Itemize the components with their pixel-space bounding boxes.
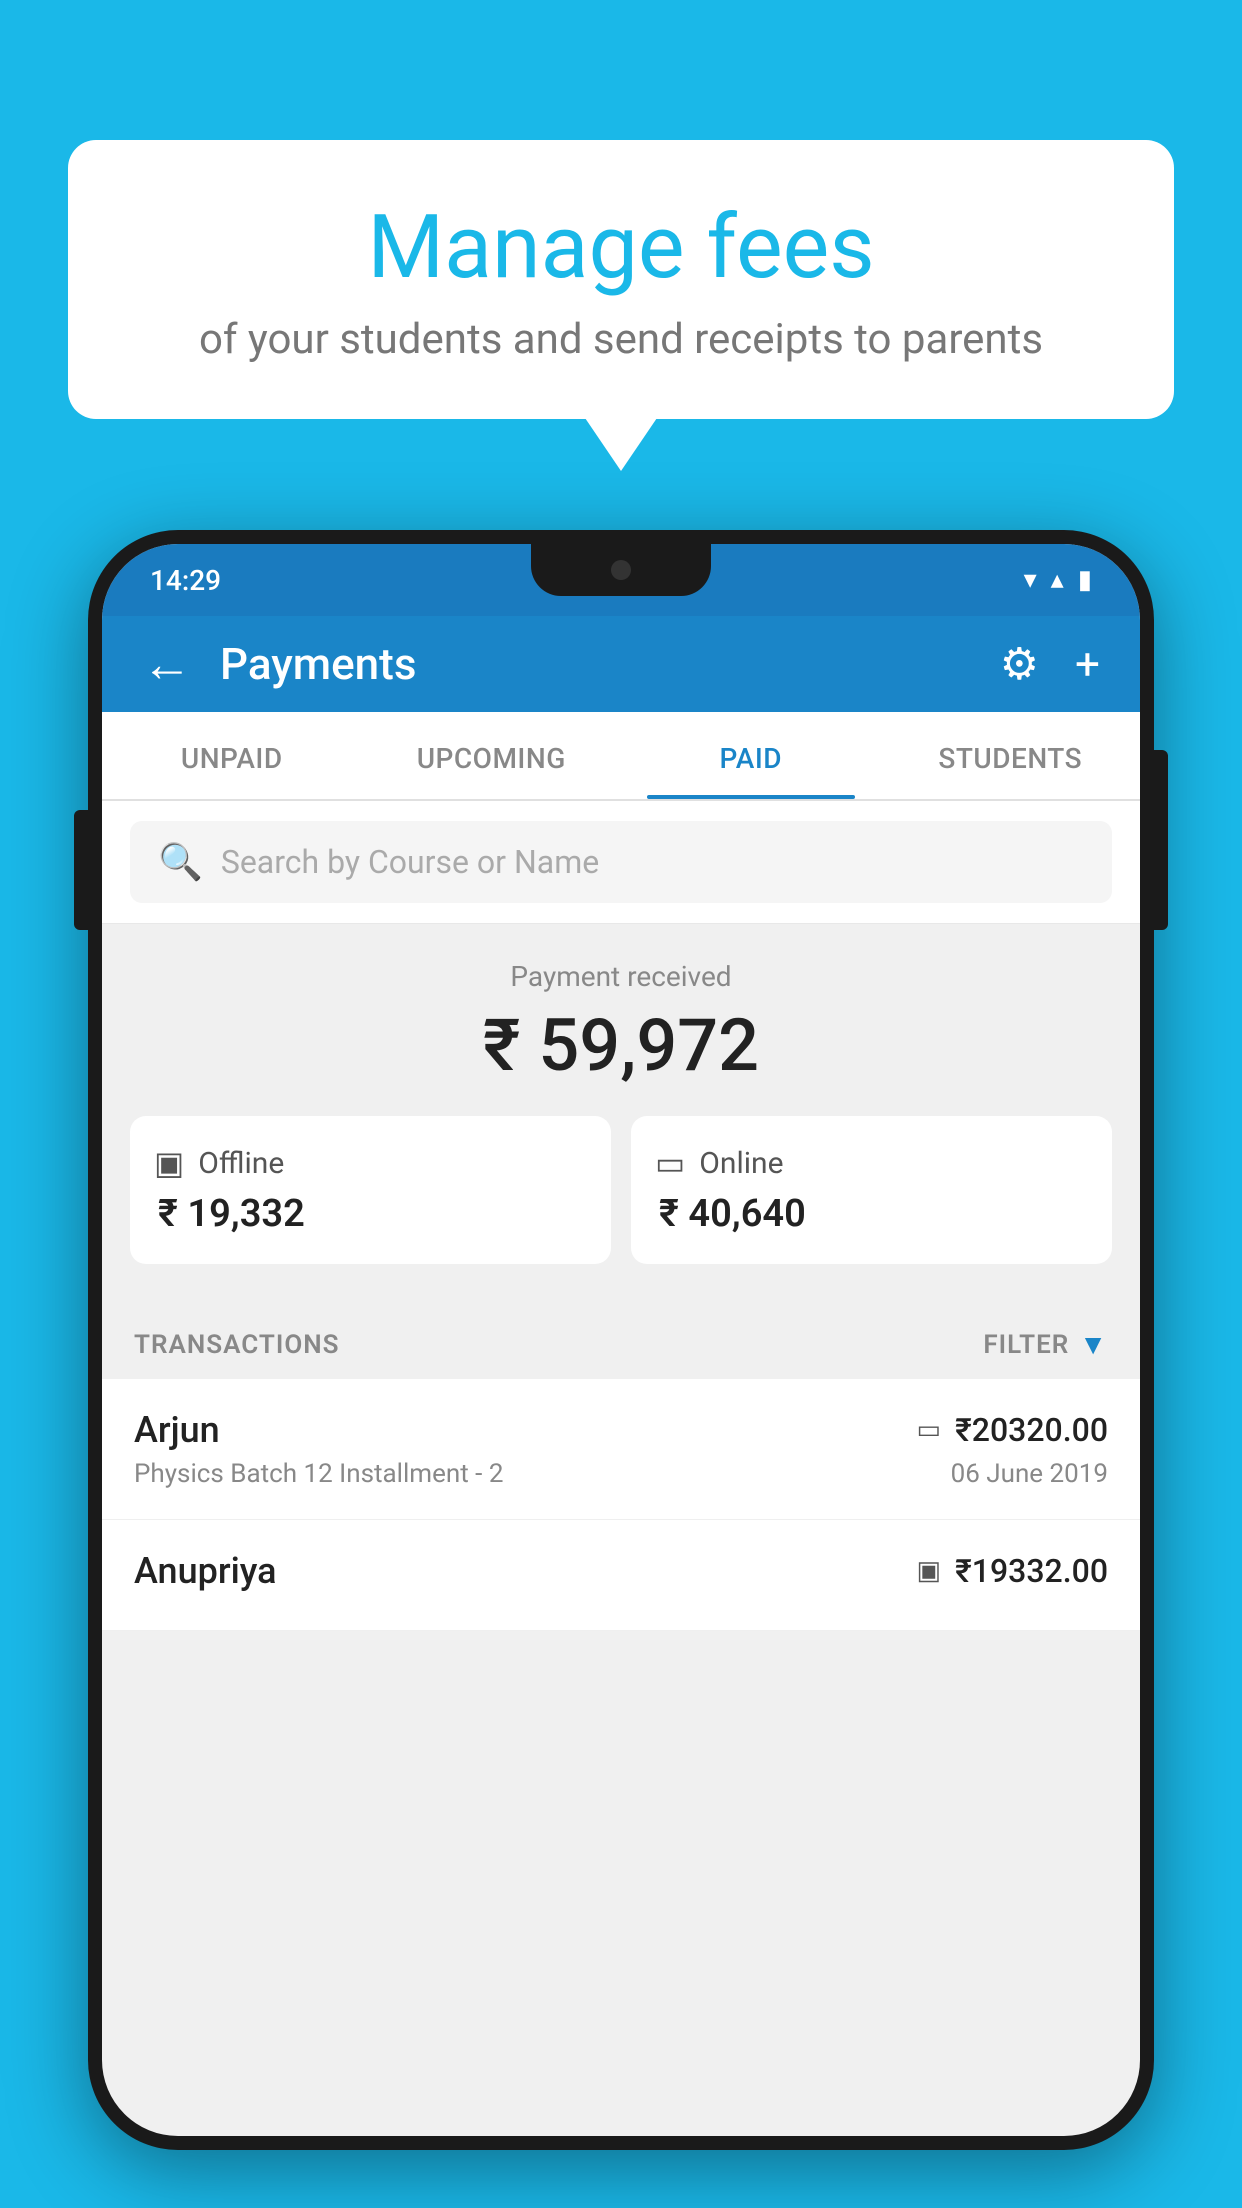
tab-upcoming[interactable]: UPCOMING (362, 712, 622, 799)
speech-bubble-container: Manage fees of your students and send re… (68, 140, 1174, 419)
payment-cards-row: ▣ Offline ₹ 19,332 ▭ Online ₹ 40,640 (130, 1116, 1112, 1264)
txn-amount-row: ▭ ₹20320.00 (917, 1411, 1108, 1449)
txn-amount-row: ▣ ₹19332.00 (917, 1552, 1108, 1590)
txn-name: Arjun (134, 1409, 220, 1451)
signal-icon: ▴ (1051, 565, 1064, 595)
status-icons: ▾ ▴ ▮ (1024, 565, 1092, 595)
filter-button[interactable]: FILTER ▼ (983, 1328, 1108, 1361)
online-card: ▭ Online ₹ 40,640 (631, 1116, 1112, 1264)
tabs-bar: UNPAID UPCOMING PAID STUDENTS (102, 712, 1140, 801)
app-header: ← Payments ⚙ + (102, 616, 1140, 712)
back-button[interactable]: ← (142, 635, 192, 694)
notch (531, 544, 711, 596)
battery-icon: ▮ (1078, 565, 1092, 595)
phone-screen: 14:29 ▾ ▴ ▮ ← Payments ⚙ + (102, 544, 1140, 2136)
payment-summary: Payment received ₹ 59,972 ▣ Offline ₹ 19… (102, 924, 1140, 1300)
offline-label: Offline (198, 1146, 284, 1181)
camera-dot (611, 560, 631, 580)
search-container: 🔍 Search by Course or Name (102, 801, 1140, 924)
offline-amount: ₹ 19,332 (154, 1192, 305, 1236)
search-bar[interactable]: 🔍 Search by Course or Name (130, 821, 1112, 903)
page-title: Payments (220, 638, 1000, 690)
header-actions: ⚙ + (1000, 638, 1100, 690)
status-bar: 14:29 ▾ ▴ ▮ (102, 544, 1140, 616)
offline-card: ▣ Offline ₹ 19,332 (130, 1116, 611, 1264)
phone-frame: 14:29 ▾ ▴ ▮ ← Payments ⚙ + (88, 530, 1154, 2150)
tab-unpaid[interactable]: UNPAID (102, 712, 362, 799)
transactions-label: TRANSACTIONS (134, 1330, 340, 1360)
status-time: 14:29 (150, 564, 221, 597)
search-icon: 🔍 (158, 841, 203, 883)
online-icon: ▭ (655, 1144, 685, 1182)
transactions-header: TRANSACTIONS FILTER ▼ (102, 1300, 1140, 1379)
filter-icon: ▼ (1079, 1328, 1108, 1361)
search-placeholder: Search by Course or Name (221, 843, 599, 881)
online-label: Online (699, 1146, 783, 1181)
txn-amount: ₹19332.00 (955, 1552, 1108, 1590)
table-row[interactable]: Anupriya ▣ ₹19332.00 (102, 1520, 1140, 1631)
txn-amount: ₹20320.00 (955, 1411, 1108, 1449)
txn-type-icon: ▣ (917, 1556, 942, 1586)
bubble-title: Manage fees (118, 200, 1124, 297)
txn-name: Anupriya (134, 1550, 277, 1592)
txn-type-icon: ▭ (917, 1415, 942, 1445)
wifi-icon: ▾ (1024, 565, 1037, 595)
tab-students[interactable]: STUDENTS (881, 712, 1141, 799)
txn-course: Physics Batch 12 Installment - 2 (134, 1459, 503, 1489)
offline-icon: ▣ (154, 1144, 184, 1182)
add-icon[interactable]: + (1075, 638, 1100, 690)
txn-date: 06 June 2019 (951, 1459, 1108, 1489)
bubble-subtitle: of your students and send receipts to pa… (118, 315, 1124, 364)
online-amount: ₹ 40,640 (655, 1192, 806, 1236)
table-row[interactable]: Arjun ▭ ₹20320.00 Physics Batch 12 Insta… (102, 1379, 1140, 1520)
payment-received-label: Payment received (130, 960, 1112, 993)
payment-total-amount: ₹ 59,972 (130, 1003, 1112, 1088)
speech-bubble: Manage fees of your students and send re… (68, 140, 1174, 419)
phone-container: 14:29 ▾ ▴ ▮ ← Payments ⚙ + (88, 530, 1154, 2150)
filter-label: FILTER (983, 1330, 1069, 1360)
settings-icon[interactable]: ⚙ (1000, 638, 1039, 690)
tab-paid[interactable]: PAID (621, 712, 881, 799)
